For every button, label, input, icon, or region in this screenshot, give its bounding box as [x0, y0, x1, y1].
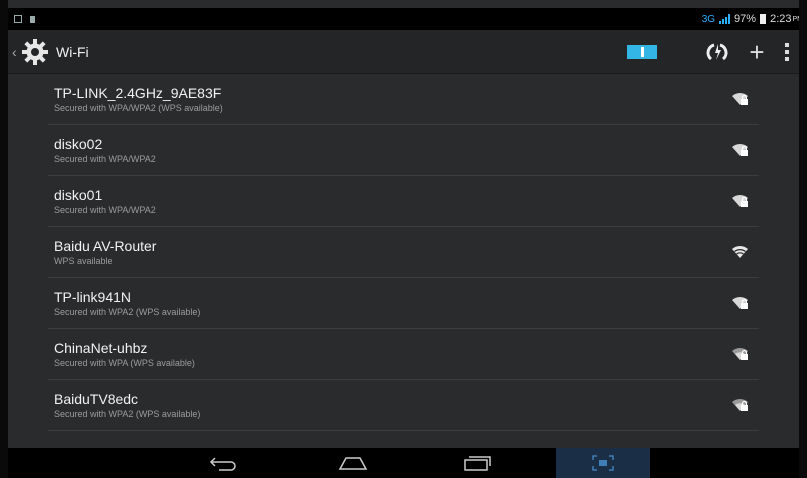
- toggle-on-indicator: [640, 46, 644, 57]
- network-row-0[interactable]: TP-LINK_2.4GHz_9AE83F Secured with WPA/WP…: [48, 74, 759, 125]
- wifi-signal-locked-icon: [729, 398, 751, 412]
- overflow-menu-icon[interactable]: [777, 42, 797, 61]
- navigation-bar: [8, 448, 799, 478]
- network-security: Secured with WPA2 (WPS available): [54, 409, 201, 419]
- network-ssid: BaiduTV8edc: [54, 391, 139, 407]
- network-security: Secured with WPA/WPA2: [54, 205, 156, 215]
- battery-icon: [760, 14, 767, 24]
- notification-icons: [14, 15, 35, 23]
- network-security: Secured with WPA/WPA2 (WPS available): [54, 103, 223, 113]
- recent-apps-button[interactable]: [460, 448, 494, 478]
- wifi-signal-locked-icon: [729, 143, 751, 157]
- system-icons: 3G 97% 2:23 PM: [702, 13, 803, 25]
- wifi-network-list: TP-LINK_2.4GHz_9AE83F Secured with WPA/WP…: [48, 74, 759, 431]
- battery-percent: 97%: [734, 13, 757, 25]
- back-button[interactable]: [206, 448, 240, 478]
- network-security: Secured with WPA/WPA2: [54, 154, 156, 164]
- network-row-1[interactable]: disko02 Secured with WPA/WPA2: [48, 125, 759, 176]
- back-icon: [209, 457, 236, 471]
- add-network-button[interactable]: +: [737, 39, 777, 65]
- home-icon: [338, 457, 368, 470]
- network-ssid: disko02: [54, 136, 103, 152]
- network-row-6[interactable]: BaiduTV8edc Secured with WPA2 (WPS availa…: [48, 380, 759, 431]
- home-button[interactable]: [336, 448, 370, 478]
- up-navigation-icon[interactable]: ‹: [12, 44, 20, 60]
- page-title: Wi-Fi: [56, 43, 89, 60]
- wifi-toggle[interactable]: [627, 44, 657, 59]
- network-row-5[interactable]: ChinaNet-uhbz Secured with WPA (WPS avail…: [48, 329, 759, 380]
- network-ssid: Baidu AV-Router: [54, 238, 157, 254]
- wifi-signal-locked-icon: [729, 347, 751, 361]
- network-security: Secured with WPA2 (WPS available): [54, 307, 201, 317]
- sd-card-notification-icon: [30, 15, 35, 23]
- network-row-4[interactable]: TP-link941N Secured with WPA2 (WPS availa…: [48, 278, 759, 329]
- wifi-signal-icon: [729, 245, 751, 259]
- wps-push-button-icon[interactable]: [697, 41, 737, 63]
- action-bar: ‹ Wi-Fi +: [8, 30, 799, 74]
- recent-apps-icon: [464, 456, 491, 471]
- wifi-signal-locked-icon: [729, 92, 751, 106]
- settings-gear-icon[interactable]: [20, 37, 50, 67]
- network-security: Secured with WPA (WPS available): [54, 358, 195, 368]
- clock: 2:23: [770, 13, 792, 25]
- network-ssid: ChinaNet-uhbz: [54, 340, 148, 356]
- screenshot-notification-icon: [14, 15, 22, 23]
- left-bezel: [0, 0, 8, 478]
- network-security: WPS available: [54, 256, 113, 266]
- screenshot-button[interactable]: [556, 448, 650, 478]
- network-ssid: TP-LINK_2.4GHz_9AE83F: [54, 85, 222, 101]
- wifi-signal-locked-icon: [729, 296, 751, 310]
- network-type: 3G: [701, 13, 716, 25]
- wifi-signal-locked-icon: [729, 194, 751, 208]
- screenshot-icon: [592, 455, 614, 471]
- network-row-2[interactable]: disko01 Secured with WPA/WPA2: [48, 176, 759, 227]
- network-ssid: TP-link941N: [54, 289, 132, 305]
- right-bezel: [799, 0, 807, 478]
- network-ssid: disko01: [54, 187, 103, 203]
- status-bar: 3G 97% 2:23 PM: [8, 8, 807, 30]
- signal-strength-icon: [719, 14, 731, 24]
- network-row-3[interactable]: Baidu AV-Router WPS available: [48, 227, 759, 278]
